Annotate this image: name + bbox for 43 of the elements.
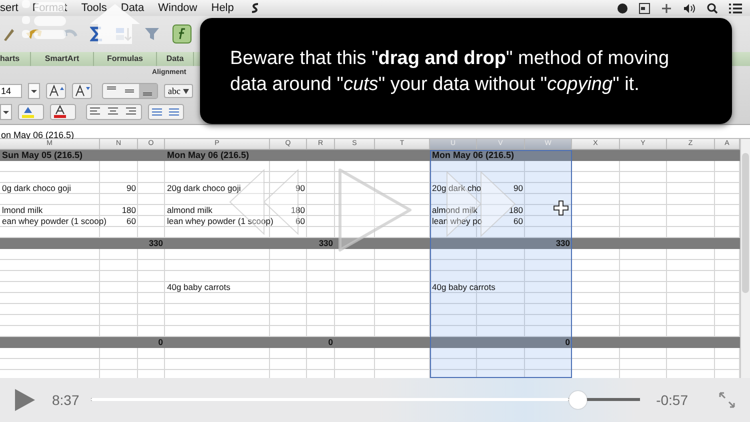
menu-item[interactable]: Tools [81, 2, 107, 14]
table-cell-text: Sun May 05 (216.5) [1, 150, 84, 161]
ribbon-tab[interactable]: harts [0, 52, 31, 66]
table-cell-text: 330 [148, 238, 164, 249]
ribbon-tab[interactable]: SmartArt [31, 52, 94, 66]
table-cell-text: 0 [564, 337, 571, 348]
menu-item[interactable]: sert [0, 2, 18, 14]
menu-item[interactable]: Window [158, 2, 198, 14]
elapsed-time: 8:37 [52, 392, 80, 408]
table-cell-text: Mon May 06 (216.5) [431, 150, 516, 161]
table-cell-text: lmond milk [1, 205, 44, 216]
remaining-time: -0:57 [656, 392, 688, 408]
tip-text: Beware that this "drag and drop" method of moving data around "cuts" your data without "copying" it. [230, 47, 670, 97]
table-cell-text: 60 [126, 216, 137, 227]
table-cell-text: 330 [554, 238, 571, 249]
menu-item[interactable]: Data [120, 2, 144, 14]
ribbon-tab[interactable]: Data [157, 52, 194, 66]
table-cell-text: 0 [327, 337, 334, 348]
table-cell-text: 0 [157, 337, 164, 348]
table-cell-text: 0g dark choco goji [1, 183, 72, 194]
table-cell-text: Mon May 06 (216.5) [166, 150, 250, 161]
table-cell-text: 40g baby carrots [431, 282, 496, 293]
table-cell-text: 180 [508, 205, 524, 216]
table-cell-text: almond milk [431, 205, 478, 216]
table-cell-text: 60 [294, 216, 306, 227]
table-cell-text: 180 [290, 205, 306, 216]
ribbon-tab[interactable]: Formulas [94, 52, 157, 66]
table-cell-text: almond milk [166, 205, 214, 216]
table-cell-text: 90 [126, 183, 137, 194]
table-cell-text: 90 [512, 183, 524, 194]
table-cell-text: ean whey powder (1 scoop) [1, 216, 108, 227]
table-cell-text: 60 [512, 216, 524, 227]
wrap-text-button[interactable]: abc [164, 84, 193, 98]
table-cell-text: 20g dark choco goji [166, 183, 242, 194]
table-cell-text: 90 [294, 183, 306, 194]
table-cell-text: lean whey powder (1 scoop) [166, 216, 274, 227]
menu-item[interactable]: Help [211, 2, 234, 14]
font-size-field[interactable]: 14 [0, 84, 22, 98]
table-cell-text: 20g dark cho [431, 183, 482, 194]
table-cell-text: 330 [318, 238, 334, 249]
table-cell-text: 40g baby carrots [166, 282, 232, 293]
table-cell-text: 180 [120, 205, 137, 216]
table-cell-text: lean whey po [431, 216, 484, 227]
